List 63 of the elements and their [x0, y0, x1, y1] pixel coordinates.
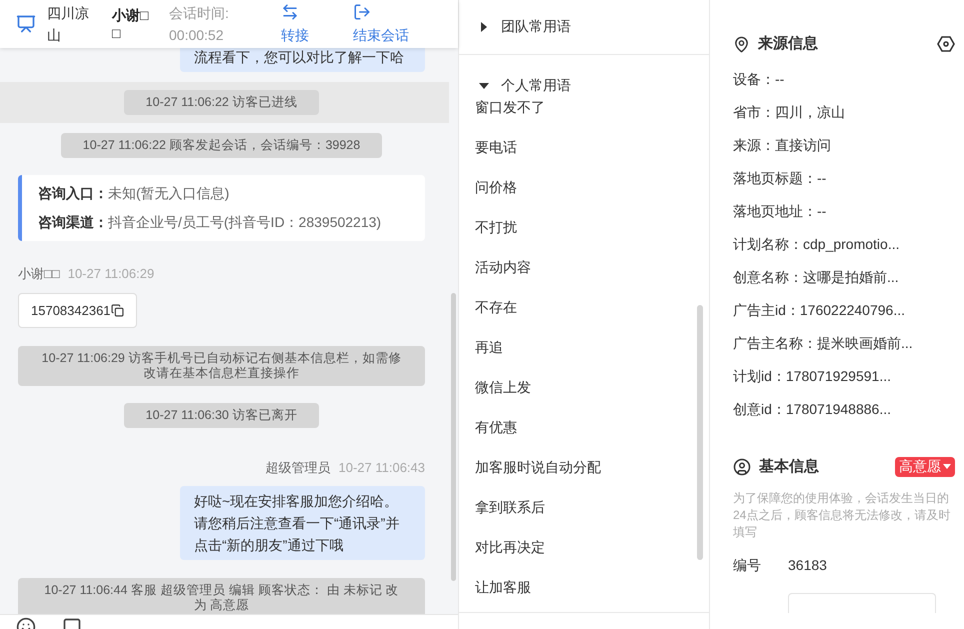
field-value: 36183 — [788, 556, 827, 575]
field-label: 编号 — [733, 556, 762, 575]
visitor-name: 小谢□□ — [112, 6, 150, 42]
caret-right-icon — [479, 22, 489, 32]
phrase-item[interactable]: 加客服时说自动分配 — [459, 457, 709, 477]
select-field[interactable] — [788, 593, 936, 613]
field-label: 咨询渠道： — [38, 213, 108, 232]
source-field: 来源：直接访问 — [733, 134, 955, 154]
section-title: 基本信息 — [759, 456, 819, 476]
transfer-icon — [280, 2, 299, 20]
phrase-item[interactable]: 不打扰 — [459, 217, 709, 237]
field-value: 抖音企业号/员工号(抖音号ID：2839502213) — [108, 213, 382, 232]
source-field: 广告主名称：提米映画婚前... — [733, 332, 955, 352]
system-message: 10-27 11:06:22 顾客发起会话，会话编号：39928 — [60, 133, 382, 158]
sender-name: 超级管理员 — [266, 459, 330, 477]
phrase-item[interactable]: 拿到联系后 — [459, 497, 709, 517]
phrase-item[interactable]: 微信上发 — [459, 377, 709, 397]
intent-tag[interactable]: 高意愿 — [895, 456, 955, 477]
field-label: 咨询入口： — [38, 184, 108, 203]
phrase-item[interactable]: 问价格 — [459, 177, 709, 197]
phrase-item[interactable]: 对比再决定 — [459, 537, 709, 557]
phrase-item[interactable]: 有优惠 — [459, 417, 709, 437]
phrase-item[interactable]: 再追 — [459, 337, 709, 357]
section-title: 来源信息 — [758, 34, 818, 54]
caret-down-icon — [479, 80, 489, 90]
notice-text: 为了保障您的使用体验，会话发生当日的24点之后，顾客信息将无法修改，请及时填写 — [733, 490, 952, 541]
system-message: 10-27 11:06:44 客服 超级管理员 编辑 顾客状态： 由 未标记 改为 高意愿 — [18, 578, 425, 614]
scrollbar[interactable] — [697, 305, 703, 560]
phrase-item[interactable]: 窗口发不了 — [459, 97, 709, 117]
phrase-item[interactable]: 让加客服 — [459, 577, 709, 597]
sender-name: 小谢□□ — [18, 265, 60, 283]
source-field: 创意名称：这哪是拍婚前... — [733, 266, 955, 286]
message-bubble: 15708342361 — [18, 292, 137, 328]
source-field: 创意id：178071948886... — [733, 398, 955, 418]
scrollbar[interactable] — [451, 293, 456, 581]
exit-icon — [352, 2, 371, 20]
source-field: 设备：-- — [733, 68, 955, 88]
system-message: 10-27 11:06:22 访客已进线 — [124, 90, 320, 115]
system-message: 10-27 11:06:29 访客手机号已自动标记右侧基本信息栏，如需修改请在基本信息栏直接操作 — [18, 346, 425, 386]
source-field: 广告主id：176022240796... — [733, 300, 955, 320]
field-value: 未知(暂无入口信息) — [108, 184, 230, 203]
phrase-group-header[interactable]: 个人常用语 — [459, 75, 571, 96]
message-time: 10-27 11:06:43 — [338, 459, 425, 477]
location-pin-icon — [733, 36, 750, 53]
phrase-item[interactable]: 要电话 — [459, 137, 709, 157]
session-timer: 00:00:52 — [169, 26, 224, 45]
copy-icon[interactable] — [110, 304, 124, 317]
message-time: 10-27 11:06:29 — [68, 265, 154, 283]
phrase-group-header[interactable]: 团队常用语 — [459, 16, 571, 37]
phrase-item[interactable]: 不存在 — [459, 297, 709, 317]
source-field: 落地页地址：-- — [733, 200, 955, 220]
system-message: 10-27 11:06:30 访客已离开 — [124, 403, 320, 428]
phrase-item[interactable]: 活动内容 — [459, 257, 709, 277]
hexagon-icon[interactable] — [937, 35, 955, 54]
source-field: 落地页标题：-- — [733, 168, 955, 188]
visitor-location: 四川凉山 — [47, 4, 90, 45]
user-icon — [733, 458, 751, 476]
source-field: 计划id：178071929591... — [733, 366, 955, 386]
source-field: 计划名称：cdp_promotio... — [733, 234, 955, 254]
timer-label: 会话时间: — [169, 4, 229, 23]
source-field: 省市：四川，凉山 — [733, 102, 955, 122]
message-bubble: 好哒~现在安排客服加您介绍哈。请您稍后注意查看一下“通讯录”并点击“新的朋友”通过下哦 — [180, 486, 425, 560]
caret-down-icon — [943, 464, 951, 470]
